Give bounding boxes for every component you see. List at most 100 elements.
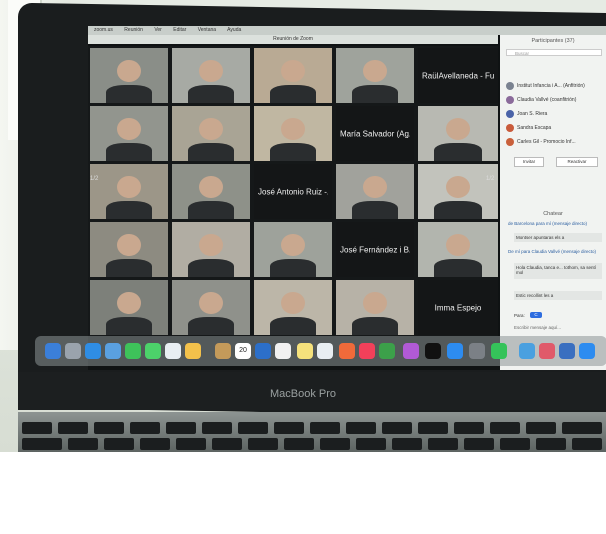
video-tile[interactable] <box>254 48 332 103</box>
participant-name: José Fernández i B... <box>340 245 410 254</box>
video-tile[interactable] <box>90 280 168 335</box>
keynote-icon[interactable] <box>317 343 333 359</box>
maps-icon[interactable] <box>165 343 181 359</box>
key <box>130 422 160 434</box>
zoom-icon[interactable] <box>579 343 595 359</box>
unmute-button[interactable]: Reactivar <box>556 157 598 167</box>
participant-name: RaülAvellaneda - Fu... <box>422 71 494 80</box>
menu-edit[interactable]: Editar <box>173 27 186 33</box>
app-store-icon[interactable] <box>447 343 463 359</box>
avatar <box>506 109 514 118</box>
mac-menubar: zoom.us Reunión Ver Editar Ventana Ayuda <box>88 26 606 35</box>
video-tile[interactable] <box>418 164 498 219</box>
key <box>274 422 304 434</box>
messages-icon[interactable] <box>145 343 161 359</box>
video-tile-name-only[interactable]: José Fernández i B... <box>336 222 414 277</box>
search-input[interactable]: Buscar <box>506 49 602 56</box>
video-tile[interactable] <box>90 106 168 161</box>
video-tile[interactable] <box>90 164 168 219</box>
video-tile[interactable] <box>172 164 250 219</box>
mail-icon[interactable] <box>105 343 121 359</box>
avatar <box>506 95 514 104</box>
key <box>562 422 602 434</box>
app-icon[interactable] <box>255 343 271 359</box>
video-tile-name-only[interactable]: María Salvador (Ag... <box>336 106 414 161</box>
page-prev-indicator[interactable]: 1/2 <box>90 176 98 182</box>
chrome-icon[interactable] <box>379 343 395 359</box>
whatsapp-icon[interactable] <box>491 343 507 359</box>
key <box>526 422 556 434</box>
video-tile[interactable] <box>336 164 414 219</box>
participant-row[interactable]: Claudia Vallvé (coanfitrión) <box>506 95 606 105</box>
video-tile-name-only[interactable]: RaülAvellaneda - Fu... <box>418 48 498 103</box>
laptop-brand: MacBook Pro <box>269 388 337 400</box>
system-preferences-icon[interactable] <box>469 343 485 359</box>
contacts-icon[interactable] <box>215 343 231 359</box>
video-tile[interactable] <box>172 48 250 103</box>
invite-button[interactable]: Invitar <box>514 157 544 167</box>
menu-help[interactable]: Ayuda <box>227 27 241 33</box>
firefox-icon[interactable] <box>339 343 355 359</box>
notes-icon[interactable] <box>297 343 313 359</box>
participant-name: María Salvador (Ag... <box>340 129 410 138</box>
video-tile[interactable] <box>254 106 332 161</box>
video-tile[interactable] <box>418 222 498 277</box>
menu-zoom[interactable]: zoom.us <box>94 27 113 33</box>
app-icon[interactable] <box>539 343 555 359</box>
key <box>140 438 170 450</box>
participant-row[interactable]: Institut Infancia i A... (Anfitrión) <box>506 81 606 91</box>
key <box>418 422 448 434</box>
video-tile-name-only[interactable]: Imma Espejo <box>418 280 498 335</box>
key <box>284 438 314 450</box>
key <box>166 422 196 434</box>
menu-meeting[interactable]: Reunión <box>124 27 143 33</box>
video-tile[interactable] <box>254 222 332 277</box>
chat-message-input[interactable]: Escribir mensaje aquí... <box>514 325 604 330</box>
video-tile-name-only[interactable]: José Antonio Ruiz -... <box>254 164 332 219</box>
avatar <box>506 123 514 132</box>
participant-row[interactable]: Joan S. Riera <box>506 109 606 119</box>
mac-dock: 20 <box>35 336 606 366</box>
menu-window[interactable]: Ventana <box>198 27 216 33</box>
video-tile[interactable] <box>90 222 168 277</box>
chat-message: Hola Claudia, tanca e... tothom, sa sent… <box>514 263 602 279</box>
podcasts-icon[interactable] <box>403 343 419 359</box>
key <box>382 422 412 434</box>
video-tile[interactable] <box>254 280 332 335</box>
participant-row[interactable]: Sandra Escapa <box>506 123 606 133</box>
safari-icon[interactable] <box>85 343 101 359</box>
facetime-icon[interactable] <box>125 343 141 359</box>
video-tile[interactable] <box>172 106 250 161</box>
music-icon[interactable] <box>359 343 375 359</box>
participant-row[interactable]: Carles Gil - Promocio Inf... <box>506 137 606 147</box>
video-tile[interactable] <box>172 222 250 277</box>
key <box>572 438 602 450</box>
video-tile[interactable] <box>90 48 168 103</box>
app-icon[interactable] <box>519 343 535 359</box>
key <box>392 438 422 450</box>
launchpad-icon[interactable] <box>65 343 81 359</box>
page-next-indicator[interactable]: 1/2 <box>486 176 494 182</box>
key <box>248 438 278 450</box>
menu-view[interactable]: Ver <box>154 27 162 33</box>
chat-to-label: Para: <box>514 313 525 318</box>
keyboard <box>18 420 606 452</box>
avatar <box>506 81 514 90</box>
video-tile[interactable] <box>336 280 414 335</box>
tv-icon[interactable] <box>425 343 441 359</box>
key <box>428 438 458 450</box>
video-tile[interactable] <box>418 106 498 161</box>
app-icon[interactable] <box>559 343 575 359</box>
chat-recipient-dropdown[interactable]: C <box>530 312 542 318</box>
video-tile[interactable] <box>172 280 250 335</box>
laptop-screen: zoom.us Reunión Ver Editar Ventana Ayuda… <box>88 26 606 370</box>
finder-icon[interactable] <box>45 343 61 359</box>
key <box>68 438 98 450</box>
video-tile[interactable] <box>336 48 414 103</box>
calendar-icon[interactable]: 20 <box>235 343 251 359</box>
participants-panel: Participantes (37) Buscar Institut Infan… <box>500 35 606 370</box>
chat-message: Montser apuntaras els a <box>514 233 602 242</box>
photos-icon[interactable] <box>185 343 201 359</box>
reminders-icon[interactable] <box>275 343 291 359</box>
key <box>490 422 520 434</box>
